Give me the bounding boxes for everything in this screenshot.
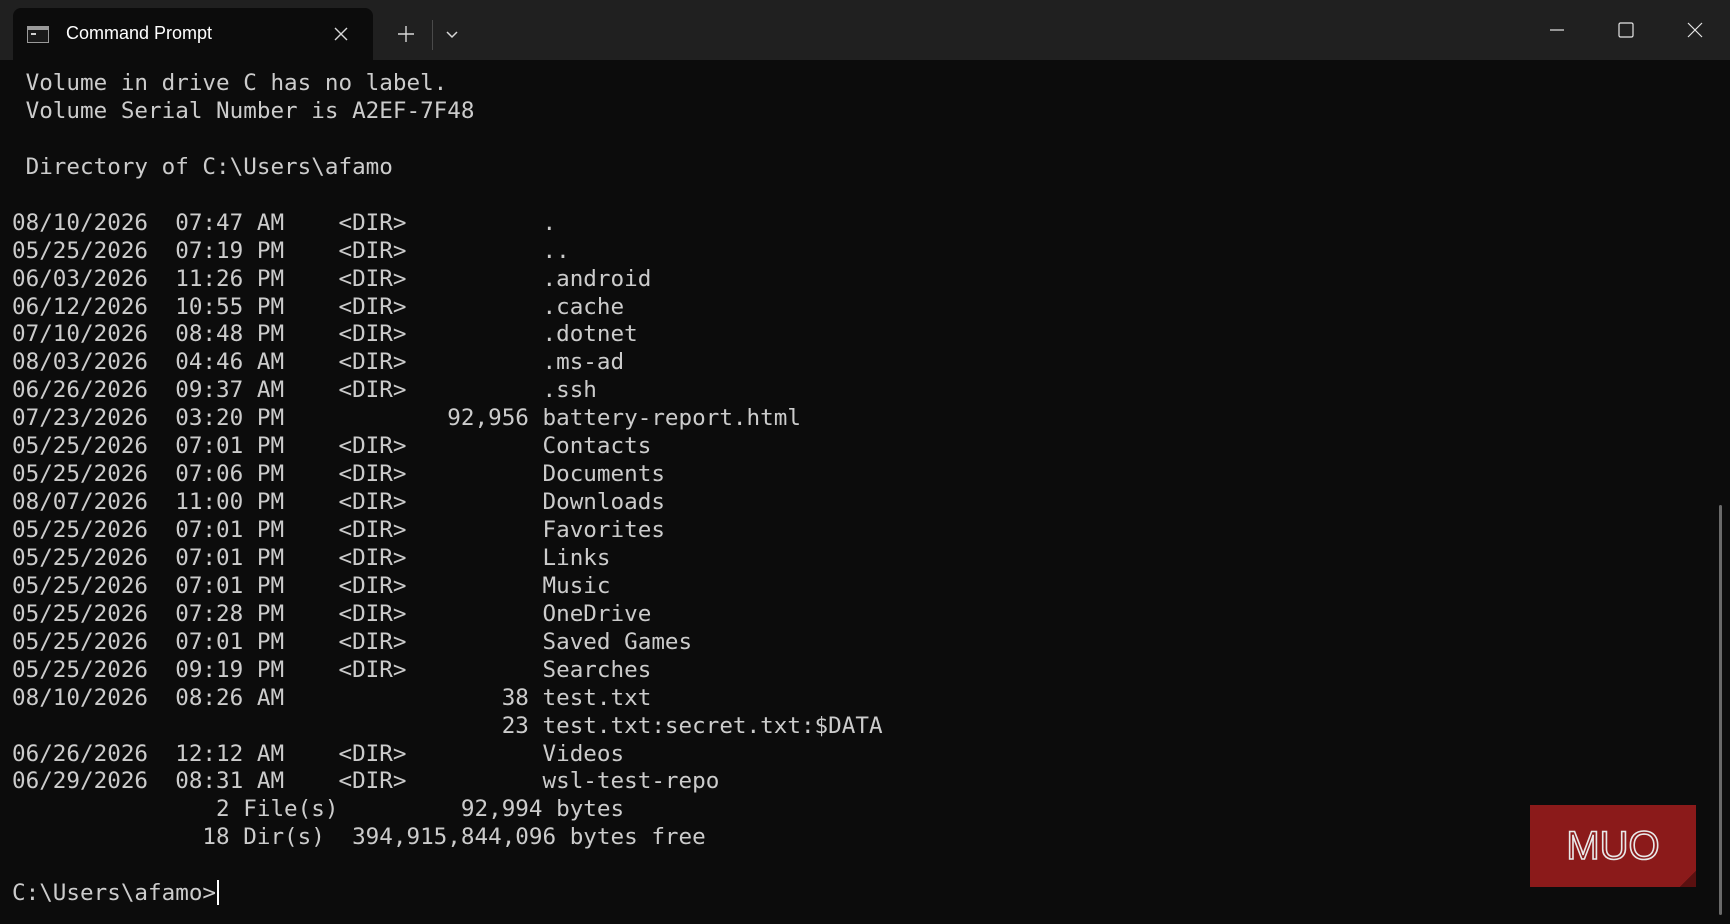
command-prompt-line[interactable]: C:\Users\afamo> bbox=[12, 880, 1692, 908]
terminal-line: 05/25/2026 07:19 PM <DIR> .. bbox=[12, 237, 570, 264]
terminal-line: Volume Serial Number is A2EF-7F48 bbox=[12, 97, 475, 124]
scrollbar-thumb[interactable] bbox=[1719, 505, 1722, 915]
terminal-line: Volume in drive C has no label. bbox=[12, 70, 448, 96]
new-tab-button[interactable] bbox=[392, 20, 420, 48]
terminal-line: 23 test.txt:secret.txt:$DATA bbox=[12, 712, 883, 739]
minimize-button[interactable] bbox=[1522, 0, 1592, 60]
terminal-line: 06/26/2026 09:37 AM <DIR> .ssh bbox=[12, 377, 597, 404]
terminal-line: Directory of C:\Users\afamo bbox=[12, 153, 393, 180]
maximize-icon bbox=[1618, 22, 1634, 38]
terminal-line: 05/25/2026 07:01 PM <DIR> Music bbox=[12, 572, 611, 599]
terminal-line: 07/23/2026 03:20 PM 92,956 battery-repor… bbox=[12, 405, 801, 432]
close-window-button[interactable] bbox=[1660, 0, 1730, 60]
text-cursor bbox=[217, 880, 220, 906]
terminal-line: 05/25/2026 07:01 PM <DIR> Links bbox=[12, 544, 611, 571]
tab-title: Command Prompt bbox=[66, 23, 213, 43]
terminal-output[interactable]: Volume in drive C has no label. Volume S… bbox=[12, 70, 1692, 908]
terminal-line: 05/25/2026 09:19 PM <DIR> Searches bbox=[12, 656, 652, 683]
terminal-line: 05/25/2026 07:06 PM <DIR> Documents bbox=[12, 461, 665, 488]
terminal-line: 08/10/2026 07:47 AM <DIR> . bbox=[12, 209, 557, 236]
terminal-line: 08/10/2026 08:26 AM 38 test.txt bbox=[12, 684, 652, 711]
chevron-down-icon bbox=[446, 31, 458, 39]
terminal-line: 06/03/2026 11:26 PM <DIR> .android bbox=[12, 265, 652, 292]
terminal-line: 05/25/2026 07:01 PM <DIR> Saved Games bbox=[12, 628, 693, 655]
terminal-line: 2 File(s) 92,994 bytes bbox=[12, 796, 625, 823]
terminal-icon bbox=[27, 26, 49, 43]
muo-logo: MUO bbox=[1530, 805, 1696, 887]
prompt-text: C:\Users\afamo> bbox=[12, 880, 217, 907]
terminal-line: 18 Dir(s) 394,915,844,096 bytes free bbox=[12, 824, 706, 851]
svg-text:MUO: MUO bbox=[1566, 824, 1659, 868]
terminal-line: 08/07/2026 11:00 PM <DIR> Downloads bbox=[12, 489, 665, 516]
terminal-line: 07/10/2026 08:48 PM <DIR> .dotnet bbox=[12, 321, 638, 348]
maximize-button[interactable] bbox=[1590, 0, 1660, 60]
terminal-line: 08/03/2026 04:46 AM <DIR> .ms-ad bbox=[12, 349, 625, 376]
terminal-line: 05/25/2026 07:01 PM <DIR> Favorites bbox=[12, 517, 665, 543]
minimize-icon bbox=[1550, 29, 1564, 31]
close-icon bbox=[1687, 22, 1703, 38]
tab-divider bbox=[432, 20, 433, 50]
close-icon bbox=[334, 27, 348, 41]
tab-command-prompt[interactable]: Command Prompt bbox=[13, 8, 373, 60]
profile-dropdown-button[interactable] bbox=[440, 20, 464, 48]
terminal-line: 06/26/2026 12:12 AM <DIR> Videos bbox=[12, 740, 625, 767]
terminal-line: 06/12/2026 10:55 PM <DIR> .cache bbox=[12, 293, 625, 320]
title-bar[interactable]: Command Prompt bbox=[0, 0, 1730, 60]
terminal-line: 05/25/2026 07:28 PM <DIR> OneDrive bbox=[12, 600, 652, 627]
plus-icon bbox=[398, 26, 414, 42]
terminal-window: Command Prompt Volume in drive C has no … bbox=[0, 0, 1730, 924]
close-tab-button[interactable] bbox=[329, 22, 353, 46]
terminal-line: 05/25/2026 07:01 PM <DIR> Contacts bbox=[12, 433, 652, 460]
terminal-line: 06/29/2026 08:31 AM <DIR> wsl-test-repo bbox=[12, 768, 720, 795]
